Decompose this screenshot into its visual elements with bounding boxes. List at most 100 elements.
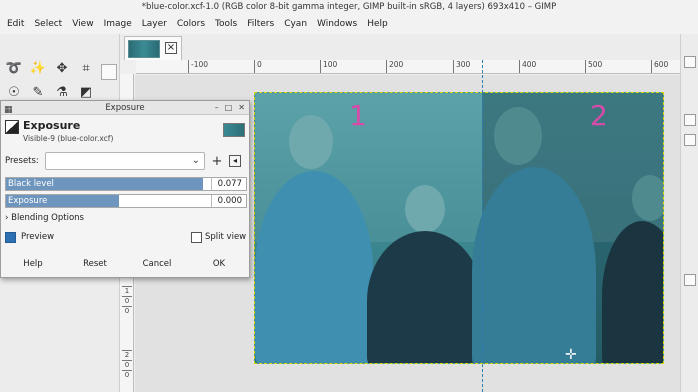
ok-button[interactable]: OK xyxy=(191,255,247,273)
reset-button[interactable]: Reset xyxy=(67,255,123,273)
ruler-label: 400 xyxy=(519,60,536,73)
dock-icon[interactable] xyxy=(684,274,696,286)
ruler-label: 500 xyxy=(585,60,602,73)
menu-layer[interactable]: Layer xyxy=(137,19,172,29)
dock-icon[interactable] xyxy=(684,56,696,68)
maximize-icon[interactable]: □ xyxy=(225,101,233,115)
chevron-right-icon: › xyxy=(5,213,9,223)
person-body xyxy=(472,167,596,363)
dialog-header: Exposure Visible-9 (blue-color.xcf) xyxy=(5,119,247,147)
cancel-button[interactable]: Cancel xyxy=(129,255,185,273)
gradient-tool-icon[interactable]: ◩ xyxy=(76,82,96,102)
close-icon[interactable]: ✕ xyxy=(238,101,245,115)
help-button[interactable]: Help xyxy=(5,255,61,273)
image-tabs: × xyxy=(120,34,680,60)
ruler-label: 0 xyxy=(122,306,132,315)
menu-filters[interactable]: Filters xyxy=(242,19,279,29)
fuzzy-select-icon[interactable]: ✨ xyxy=(28,58,48,78)
app-icon: ▦ xyxy=(4,105,13,115)
slider-separator xyxy=(211,195,212,207)
image-half-original: 2 xyxy=(472,93,663,363)
menu-help[interactable]: Help xyxy=(362,19,393,29)
image-canvas[interactable]: 1 2 xyxy=(254,92,664,364)
black-level-label: Black level xyxy=(8,179,54,189)
ruler-label: 0 xyxy=(122,296,132,305)
ruler-label: 0 xyxy=(254,60,262,73)
split-view-label: Split view xyxy=(205,232,247,242)
window-title: *blue-color.xcf-1.0 (RGB color 8-bit gam… xyxy=(0,0,698,14)
presets-label: Presets: xyxy=(5,156,39,166)
preset-menu-icon[interactable]: ◂ xyxy=(229,155,241,167)
ruler-label: 0 xyxy=(122,360,132,369)
menu-tools[interactable]: Tools xyxy=(210,19,242,29)
preview-row: Preview Split view xyxy=(5,231,247,245)
exposure-slider[interactable]: Exposure 0.000 xyxy=(5,194,247,208)
ruler-label: 600 xyxy=(651,60,668,73)
ruler-label: 0 xyxy=(122,370,132,379)
presets-row: Presets: ⌄ + ◂ xyxy=(5,151,247,171)
ruler-label: -100 xyxy=(188,60,208,73)
ruler-label: 200 xyxy=(386,60,403,73)
presets-dropdown[interactable]: ⌄ xyxy=(45,152,205,170)
move-tool-icon[interactable]: ✥ xyxy=(52,58,72,78)
color-picker-icon[interactable]: ⚗ xyxy=(52,82,72,102)
image-number-label: 2 xyxy=(590,99,608,132)
menu-edit[interactable]: Edit xyxy=(2,19,29,29)
split-guide[interactable] xyxy=(482,60,483,392)
image-half-preview: 1 xyxy=(255,93,483,363)
image-thumbnail xyxy=(128,40,160,58)
dialog-heading: Exposure xyxy=(23,119,81,132)
black-level-value[interactable]: 0.077 xyxy=(215,178,242,190)
blending-options-label: Blending Options xyxy=(11,213,84,223)
paint-tool-icon[interactable]: ✎ xyxy=(28,82,48,102)
black-level-slider[interactable]: Black level 0.077 xyxy=(5,177,247,191)
exposure-dialog: ▦ Exposure – □ ✕ Exposure Visible-9 (blu… xyxy=(0,100,250,278)
exposure-label: Exposure xyxy=(8,196,48,206)
person-head xyxy=(289,115,333,169)
close-icon[interactable]: × xyxy=(165,42,177,54)
menu-view[interactable]: View xyxy=(67,19,98,29)
person-head xyxy=(405,185,445,233)
menu-select[interactable]: Select xyxy=(29,19,67,29)
ruler-label: 1 xyxy=(122,286,132,295)
preview-label: Preview xyxy=(21,232,55,242)
person-head xyxy=(494,107,542,165)
person-body xyxy=(367,231,483,363)
lasso-tool-icon[interactable]: ➰ xyxy=(4,58,24,78)
preview-checkbox[interactable] xyxy=(5,232,16,243)
image-number-label: 1 xyxy=(349,99,367,132)
right-dock xyxy=(680,34,698,392)
dialog-subheading: Visible-9 (blue-color.xcf) xyxy=(23,134,114,143)
crop-tool-icon[interactable]: ⌗ xyxy=(76,58,96,78)
exposure-icon xyxy=(5,120,19,134)
slider-separator xyxy=(211,178,212,190)
ruler-label: 100 xyxy=(320,60,337,73)
menu-bar: Edit Select View Image Layer Colors Tool… xyxy=(0,14,698,34)
menu-colors[interactable]: Colors xyxy=(172,19,210,29)
person-body xyxy=(255,171,373,363)
add-preset-icon[interactable]: + xyxy=(209,154,225,169)
dialog-titlebar[interactable]: ▦ Exposure – □ ✕ xyxy=(1,101,249,115)
warp-tool-icon[interactable]: ☉ xyxy=(4,82,24,102)
crosshair-cursor-icon: ✛ xyxy=(565,347,577,363)
person-head xyxy=(632,175,663,221)
layer-preview-icon xyxy=(223,123,245,137)
person-body xyxy=(602,221,663,363)
chevron-down-icon: ⌄ xyxy=(191,155,200,166)
dialog-window-title: Exposure xyxy=(105,103,145,113)
exposure-value[interactable]: 0.000 xyxy=(215,195,242,207)
dialog-buttons: Help Reset Cancel OK xyxy=(5,255,247,273)
minimize-icon[interactable]: – xyxy=(215,101,219,115)
ruler-label: 2 xyxy=(122,350,132,359)
dock-icon[interactable] xyxy=(684,114,696,126)
image-tab[interactable]: × xyxy=(124,36,182,60)
blending-options-expander[interactable]: › Blending Options xyxy=(5,213,84,223)
split-view-checkbox[interactable] xyxy=(191,232,202,243)
ruler-label: 300 xyxy=(453,60,470,73)
ruler-top[interactable]: -100 0 100 200 300 400 500 600 xyxy=(136,60,680,74)
menu-windows[interactable]: Windows xyxy=(312,19,362,29)
tool-options-icon[interactable] xyxy=(101,64,117,80)
dock-icon[interactable] xyxy=(684,134,696,146)
menu-cyan[interactable]: Cyan xyxy=(279,19,312,29)
menu-image[interactable]: Image xyxy=(99,19,137,29)
